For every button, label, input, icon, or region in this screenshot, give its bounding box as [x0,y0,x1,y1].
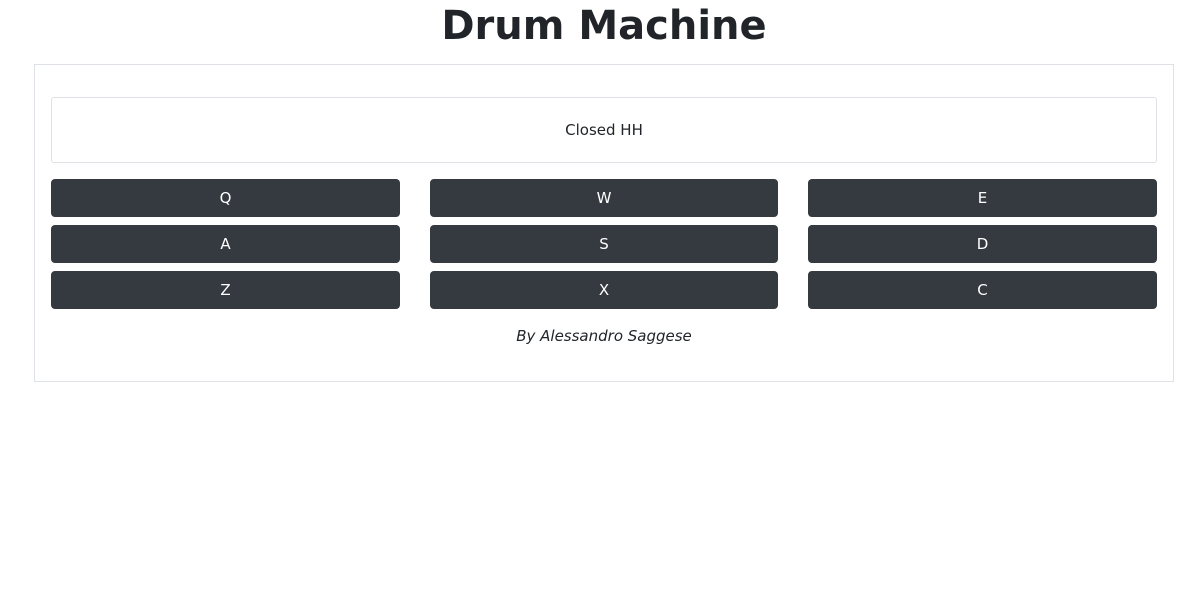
sound-display: Closed HH [51,97,1157,163]
drum-pad-d[interactable]: D [808,225,1157,263]
drum-pad-c[interactable]: C [808,271,1157,309]
drum-pad-s[interactable]: S [430,225,778,263]
author-credit: By Alessandro Saggese [516,327,692,345]
drum-pad-a[interactable]: A [51,225,400,263]
drum-pad-w[interactable]: W [430,179,778,217]
page-title: Drum Machine [441,3,767,49]
drum-machine-panel: Closed HH Q W E A S D Z X C By Alessandr… [34,64,1174,382]
drum-pad-z[interactable]: Z [51,271,400,309]
drum-pad-q[interactable]: Q [51,179,400,217]
pad-grid: Q W E A S D Z X C [51,179,1157,309]
drum-pad-x[interactable]: X [430,271,778,309]
drum-pad-e[interactable]: E [808,179,1157,217]
